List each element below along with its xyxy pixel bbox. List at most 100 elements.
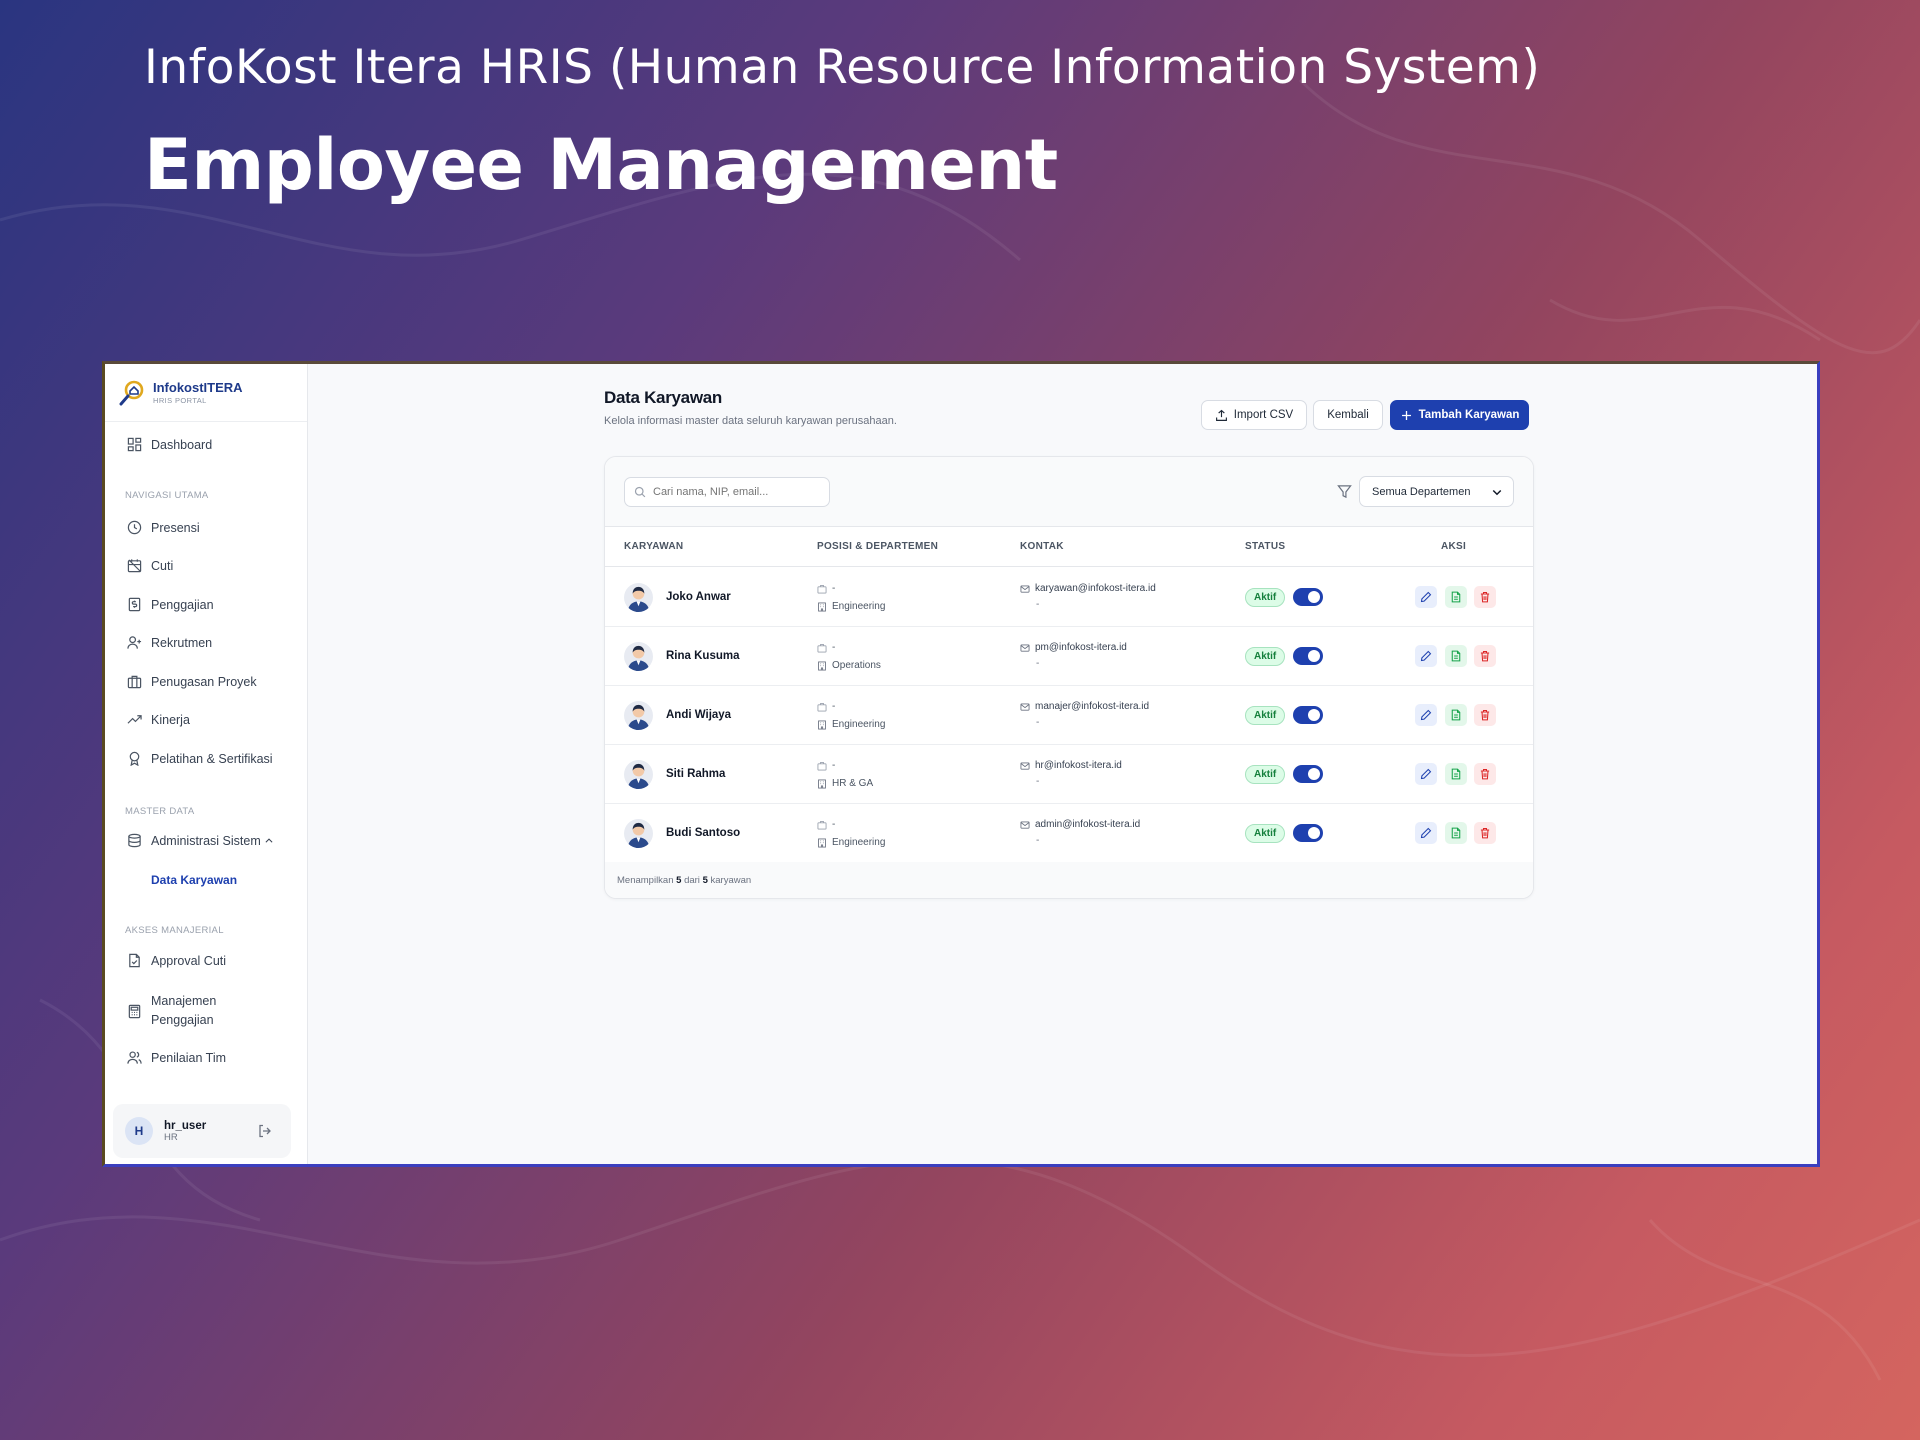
delete-button[interactable]	[1474, 704, 1496, 726]
sidebar-item-approval-cuti[interactable]: Approval Cuti	[127, 953, 226, 968]
briefcase-icon	[817, 702, 827, 711]
page-title: Data Karyawan	[604, 388, 722, 407]
import-csv-button[interactable]: Import CSV	[1201, 400, 1307, 430]
sidebar-item-penilaian-tim[interactable]: Penilaian Tim	[127, 1050, 226, 1065]
table-row[interactable]: Andi Wijaya - Engineering manajer@infoko…	[605, 686, 1533, 745]
department-select-value: Semua Departemen	[1372, 485, 1471, 498]
sidebar-item-dashboard[interactable]: Dashboard	[127, 437, 212, 452]
add-employee-label: Tambah Karyawan	[1418, 409, 1520, 421]
file-text-icon	[1451, 827, 1461, 839]
summary-prefix: Menampilkan	[617, 875, 674, 886]
mail-icon	[1020, 702, 1030, 711]
section-master-data: MASTER DATA	[125, 806, 195, 817]
table-row[interactable]: Joko Anwar - Engineering karyawan@infoko…	[605, 568, 1533, 627]
edit-button[interactable]	[1415, 822, 1437, 844]
summary-middle: dari	[684, 875, 700, 886]
employee-position: -	[832, 701, 836, 712]
position-line: -	[817, 760, 835, 771]
back-button[interactable]: Kembali	[1313, 400, 1383, 430]
sidebar-item-kinerja[interactable]: Kinerja	[127, 712, 190, 727]
employee-phone: -	[1036, 599, 1040, 610]
sidebar-item-cuti[interactable]: Cuti	[127, 558, 173, 573]
sidebar-item-penggajian[interactable]: Penggajian	[127, 597, 214, 612]
employee-position: -	[832, 819, 836, 830]
upload-icon	[1215, 409, 1227, 421]
sidebar-item-label: Dashboard	[151, 437, 213, 452]
calendar-off-icon	[127, 559, 142, 573]
summary-suffix: karyawan	[710, 875, 752, 886]
department-line: HR & GA	[817, 778, 873, 789]
sidebar-item-administrasi-sistem[interactable]: Administrasi Sistem	[127, 833, 274, 848]
email-line: admin@infokost-itera.id	[1020, 819, 1140, 830]
user-name: hr_user	[164, 1119, 207, 1132]
hero-title: Employee Management	[144, 124, 1058, 206]
status-toggle[interactable]	[1293, 824, 1323, 842]
edit-button[interactable]	[1415, 763, 1437, 785]
clock-icon	[127, 520, 142, 535]
status-toggle[interactable]	[1293, 765, 1323, 783]
employee-department: Engineering	[832, 719, 886, 730]
sidebar-item-presensi[interactable]: Presensi	[127, 520, 200, 535]
brand-logo-icon	[119, 380, 144, 405]
employee-phone: -	[1036, 835, 1040, 846]
employee-email: karyawan@infokost-itera.id	[1035, 583, 1156, 594]
search-box[interactable]	[624, 477, 830, 507]
briefcase-icon	[817, 820, 827, 829]
table-toolbar: Semua Departemen	[605, 457, 1533, 527]
layout-grid-icon	[127, 437, 142, 452]
document-button[interactable]	[1445, 586, 1467, 608]
employee-avatar	[624, 642, 653, 671]
department-line: Engineering	[817, 719, 885, 730]
user-plus-icon	[127, 636, 142, 649]
document-button[interactable]	[1445, 763, 1467, 785]
search-input[interactable]	[653, 486, 813, 498]
email-line: manajer@infokost-itera.id	[1020, 701, 1149, 712]
sidebar-item-pelatihan[interactable]: Pelatihan & Sertifikasi	[127, 751, 273, 766]
file-check-icon	[129, 953, 140, 968]
building-icon	[818, 838, 826, 847]
status-toggle[interactable]	[1293, 706, 1323, 724]
table-row[interactable]: Siti Rahma - HR & GA hr@infokost-itera.i…	[605, 745, 1533, 804]
delete-button[interactable]	[1474, 586, 1496, 608]
user-role: HR	[164, 1131, 178, 1143]
brand[interactable]: InfokostITERA HRIS PORTAL	[105, 364, 307, 422]
trash-icon	[1480, 591, 1490, 603]
users-icon	[127, 1051, 142, 1064]
document-button[interactable]	[1445, 704, 1467, 726]
document-button[interactable]	[1445, 645, 1467, 667]
position-line: -	[817, 819, 835, 830]
table-header: KARYAWAN POSISI & DEPARTEMEN KONTAK STAT…	[605, 527, 1533, 567]
sidebar-item-label: Penugasan Proyek	[151, 674, 257, 689]
sidebar-item-penugasan-proyek[interactable]: Penugasan Proyek	[127, 674, 257, 689]
delete-button[interactable]	[1474, 763, 1496, 785]
status-toggle[interactable]	[1293, 647, 1323, 665]
logout-icon[interactable]	[257, 1123, 273, 1139]
delete-button[interactable]	[1474, 645, 1496, 667]
pencil-icon	[1420, 591, 1432, 603]
trash-icon	[1480, 650, 1490, 662]
sidebar-item-rekrutmen[interactable]: Rekrutmen	[127, 635, 212, 650]
trash-icon	[1480, 768, 1490, 780]
building-icon	[818, 602, 826, 611]
edit-button[interactable]	[1415, 645, 1437, 667]
department-select[interactable]: Semua Departemen	[1359, 476, 1514, 507]
table-row[interactable]: Rina Kusuma - Operations pm@infokost-ite…	[605, 627, 1533, 686]
person-icon	[627, 645, 650, 671]
edit-button[interactable]	[1415, 586, 1437, 608]
pencil-icon	[1420, 827, 1432, 839]
page-description: Kelola informasi master data seluruh kar…	[604, 415, 897, 427]
add-employee-button[interactable]: Tambah Karyawan	[1390, 400, 1529, 430]
sidebar-item-manajemen-penggajian[interactable]: Manajemen Penggajian	[127, 992, 216, 1030]
edit-button[interactable]	[1415, 704, 1437, 726]
email-line: karyawan@infokost-itera.id	[1020, 583, 1156, 594]
status-toggle[interactable]	[1293, 588, 1323, 606]
document-button[interactable]	[1445, 822, 1467, 844]
department-line: Operations	[817, 660, 881, 671]
employee-avatar	[624, 760, 653, 789]
sidebar-subitem-data-karyawan[interactable]: Data Karyawan	[151, 873, 237, 887]
person-icon	[627, 586, 650, 612]
status-badge: Aktif	[1245, 588, 1286, 607]
delete-button[interactable]	[1474, 822, 1496, 844]
table-row[interactable]: Budi Santoso - Engineering admin@infokos…	[605, 804, 1533, 863]
sidebar-item-label: Penilaian Tim	[151, 1050, 227, 1065]
